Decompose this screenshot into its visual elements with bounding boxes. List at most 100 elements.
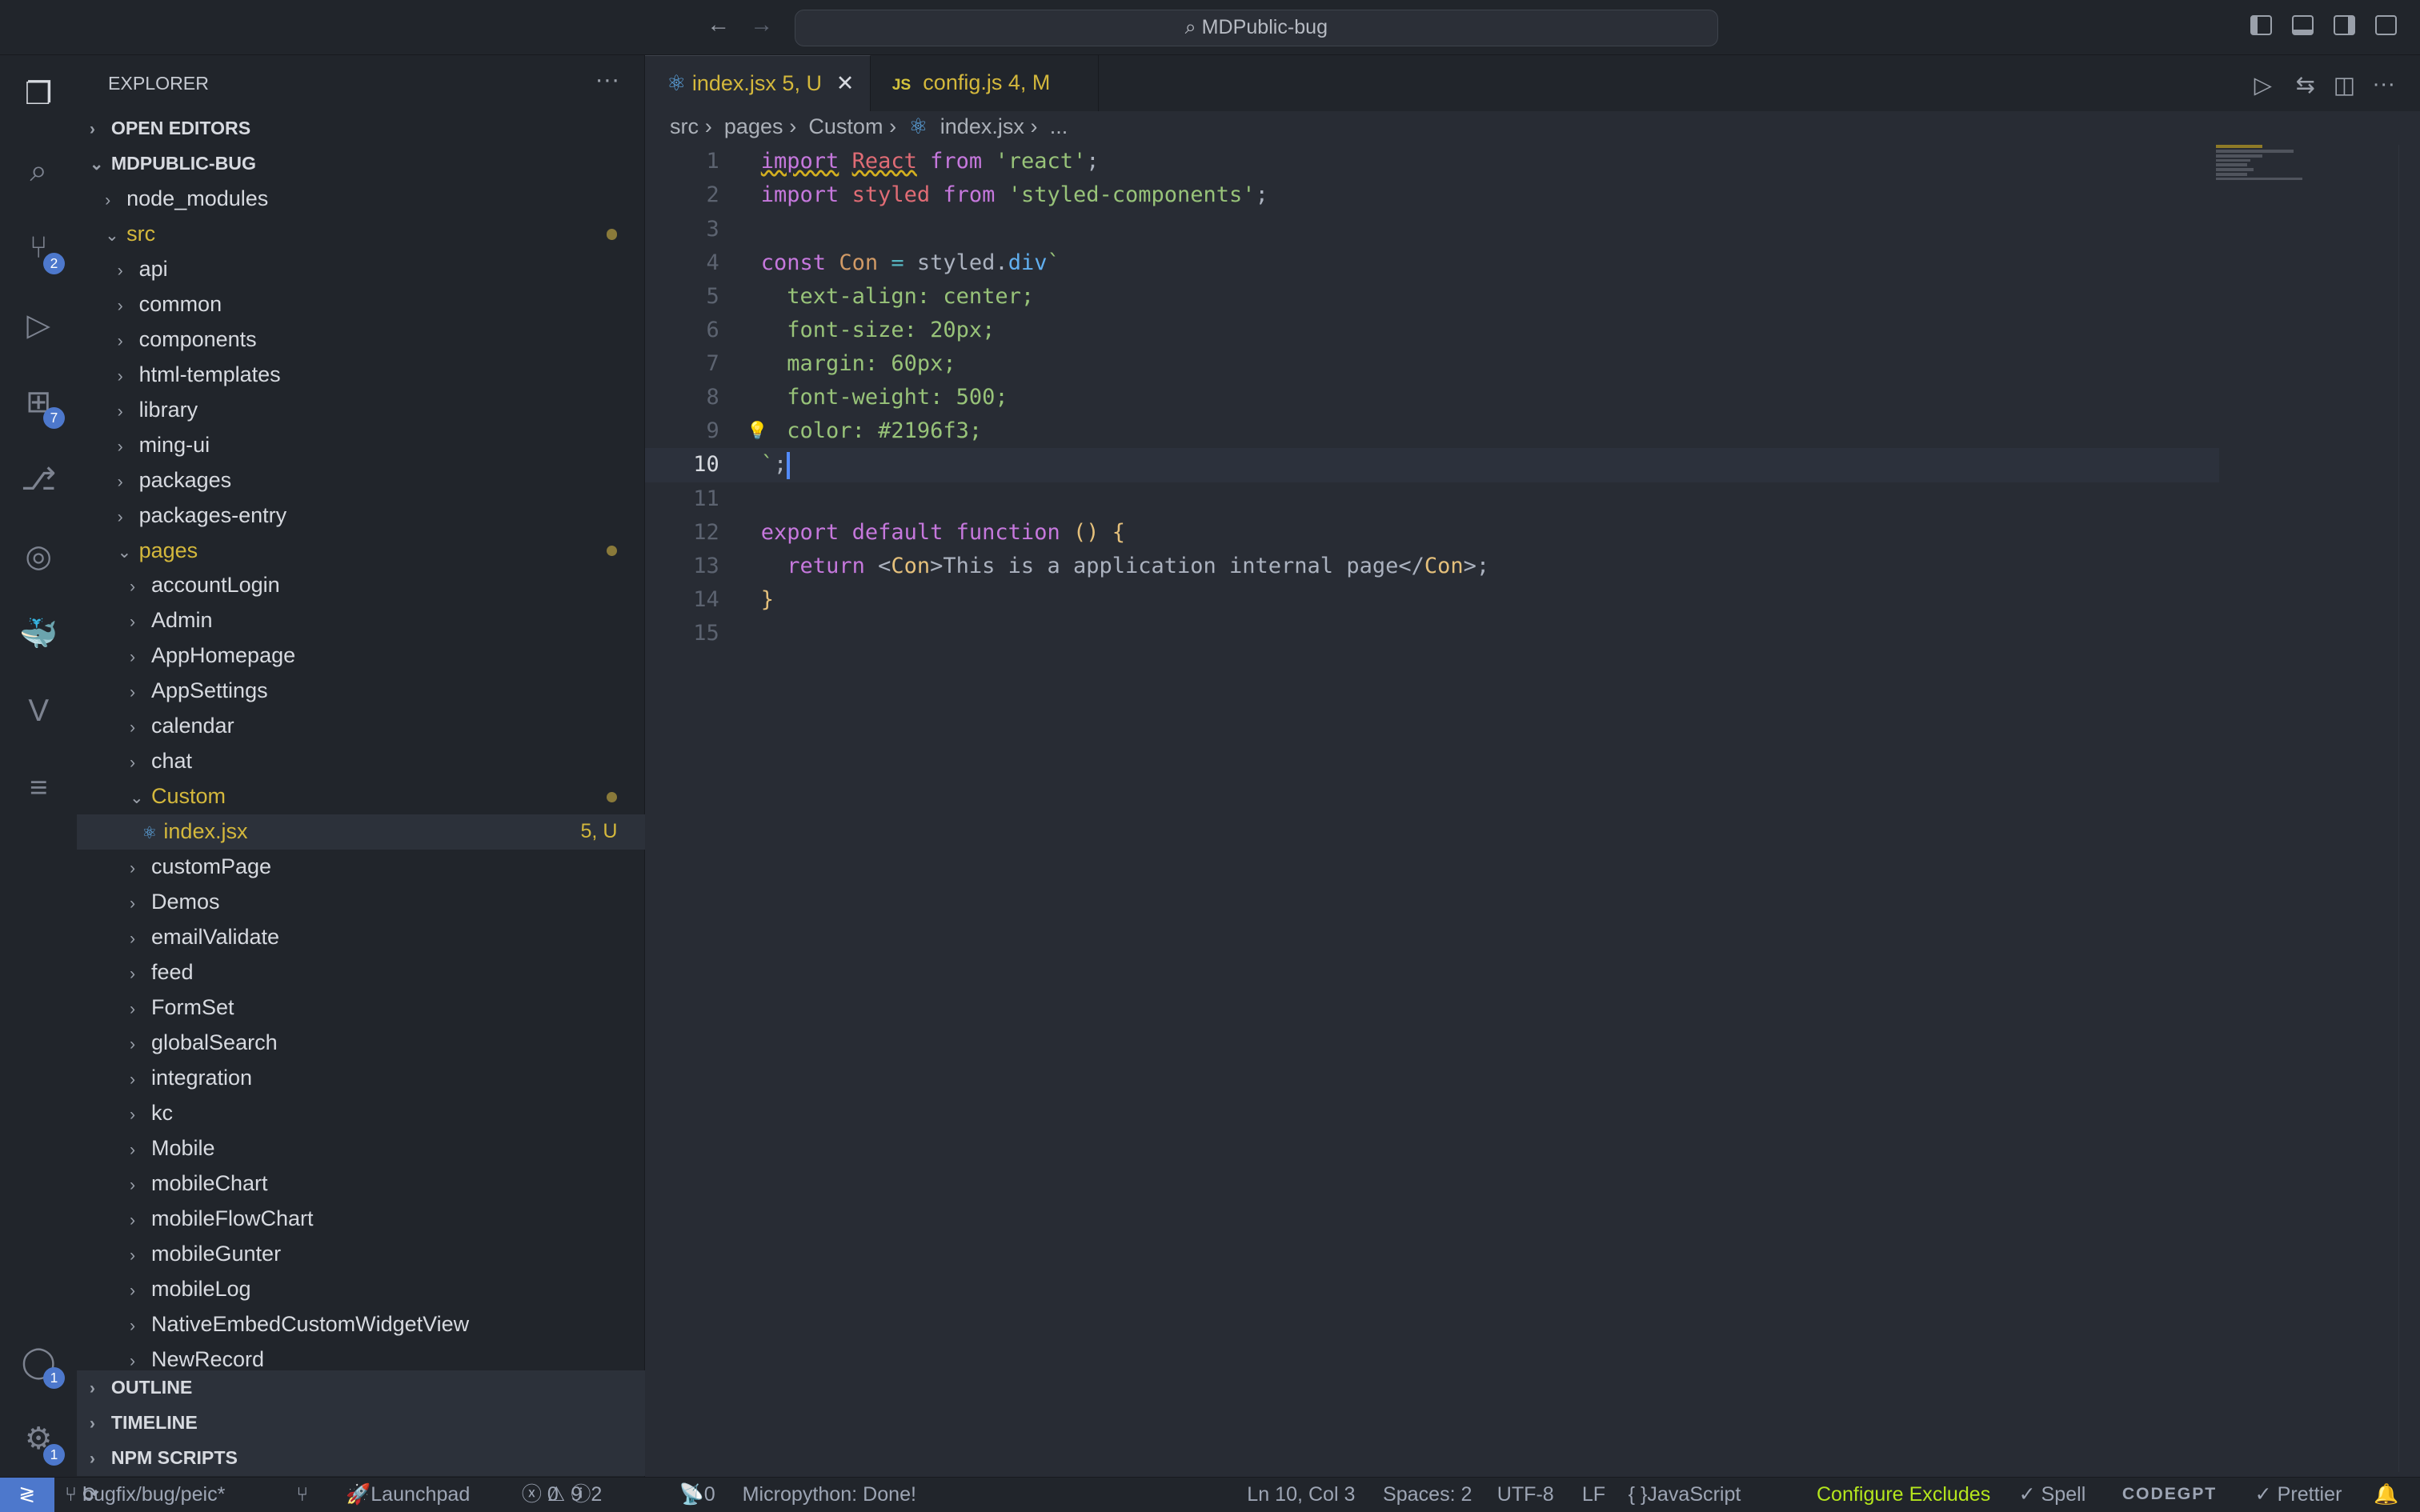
tree-folder[interactable]: › Admin — [77, 603, 645, 638]
tree-folder[interactable]: › mobileFlowChart — [77, 1202, 645, 1237]
tree-folder[interactable]: › integration — [77, 1061, 645, 1096]
breadcrumb-item[interactable]: pages — [724, 114, 783, 138]
tree-folder[interactable]: › packages — [77, 463, 645, 498]
code-line[interactable]: 15 — [645, 617, 2219, 650]
code-line[interactable]: 5 text-align: center; — [645, 280, 2219, 314]
tree-folder[interactable]: › NativeEmbedCustomWidgetView — [77, 1307, 645, 1342]
command-center-search[interactable]: ⌕ MDPublic-bug — [795, 9, 1718, 46]
more-actions-icon[interactable]: ··· — [2372, 71, 2395, 98]
compare-changes-icon[interactable]: ⇆ — [2296, 71, 2315, 99]
codegpt-status[interactable]: CODEGPT — [2122, 1478, 2217, 1511]
section-header[interactable]: › NPM SCRIPTS — [77, 1440, 646, 1476]
section-header[interactable]: › TIMELINE — [77, 1405, 646, 1441]
tree-folder[interactable]: › packages-entry — [77, 498, 645, 534]
micropython-status[interactable]: Micropython: Done! — [743, 1478, 916, 1511]
tab-index-jsx[interactable]: ⚛ index.jsx 5, U ✕ — [645, 55, 871, 111]
minimap[interactable] — [2216, 145, 2401, 206]
search-icon[interactable]: ⌕ — [18, 151, 58, 191]
code-line[interactable]: 1 import React from 'react'; — [645, 145, 2219, 178]
back-arrow-icon[interactable]: ← — [707, 12, 730, 38]
customize-layout-icon[interactable] — [2375, 15, 2398, 36]
remote-indicator-icon[interactable]: ≷ — [0, 1477, 54, 1512]
tree-folder[interactable]: › kc — [77, 1096, 645, 1131]
code-line[interactable]: 8 font-weight: 500; — [645, 381, 2219, 414]
tree-folder[interactable]: › node_modules — [77, 182, 645, 217]
toggle-panel-icon[interactable] — [2291, 15, 2314, 36]
code-line[interactable]: 13 return <Con>This is a application int… — [645, 550, 2219, 583]
git-graph-icon[interactable]: ⑂ — [296, 1478, 308, 1511]
code-line[interactable]: 14} — [645, 583, 2219, 617]
tree-folder[interactable]: › ming-ui — [77, 428, 645, 463]
tree-folder[interactable]: › globalSearch — [77, 1026, 645, 1061]
section-header[interactable]: › OUTLINE — [77, 1370, 646, 1406]
tree-folder[interactable]: › emailValidate — [77, 920, 645, 955]
breadcrumb-item[interactable]: Custom — [808, 114, 883, 138]
tree-folder[interactable]: › components — [77, 322, 645, 358]
vertical-scrollbar[interactable] — [2398, 145, 2420, 1472]
indentation[interactable]: Spaces: 2 — [1383, 1478, 1472, 1511]
code-line[interactable]: 2 import styled from 'styled-components'; — [645, 178, 2219, 212]
code-line[interactable]: 12 export default function () { — [645, 516, 2219, 550]
prettier-status[interactable]: ✓ Prettier — [2255, 1478, 2342, 1511]
language-mode[interactable]: { } JavaScript JSX — [1629, 1478, 1741, 1511]
tree-folder[interactable]: › api — [77, 252, 645, 287]
code-line[interactable]: 11 — [645, 482, 2219, 516]
encoding[interactable]: UTF-8 — [1497, 1478, 1554, 1511]
spell-status[interactable]: ✓ Spell — [2019, 1478, 2086, 1511]
split-editor-icon[interactable]: ◫ — [2334, 71, 2355, 99]
branch-status[interactable]: ⑂ bugfix/bug/peic* ⟳ — [65, 1478, 225, 1511]
tab-config-js[interactable]: JS config.js 4, M — [871, 55, 1100, 111]
tree-folder[interactable]: › chat — [77, 744, 645, 779]
tree-folder[interactable]: › customPage — [77, 850, 645, 885]
extensions-icon[interactable]: ⊞ 7 — [18, 382, 65, 430]
breadcrumb-item[interactable]: ... — [1050, 114, 1068, 138]
tree-folder[interactable]: › calendar — [77, 709, 645, 744]
git-graph-icon[interactable]: ⎇ — [18, 460, 58, 500]
tree-folder[interactable]: › AppHomepage — [77, 638, 645, 674]
manage-icon[interactable]: ⚙ 1 — [18, 1419, 65, 1466]
toggle-secondary-sidebar-icon[interactable] — [2334, 15, 2356, 36]
toggle-primary-sidebar-icon[interactable] — [2250, 15, 2272, 36]
codegpt-icon[interactable]: ≡ — [18, 768, 58, 808]
explorer-icon[interactable]: ❐ — [18, 74, 58, 114]
code-line[interactable]: 10 `; — [645, 448, 2220, 482]
tree-folder[interactable]: ⌄ pages — [77, 534, 645, 569]
run-debug-icon[interactable]: ▷ — [18, 306, 58, 346]
tree-folder[interactable]: › FormSet — [77, 990, 645, 1026]
code-line[interactable]: 4 const Con = styled.div` — [645, 246, 2219, 280]
tree-folder[interactable]: › mobileLog — [77, 1272, 645, 1307]
accounts-icon[interactable]: ◯ 1 — [18, 1342, 65, 1389]
cursor-position[interactable]: Ln 10, Col 3 — [1247, 1478, 1355, 1511]
ports-status[interactable]: 📡 0 — [679, 1478, 715, 1511]
more-actions-icon[interactable]: ··· — [595, 65, 619, 94]
run-icon[interactable]: ▷ — [2254, 71, 2272, 99]
line-ending[interactable]: LF — [1582, 1478, 1605, 1511]
code-line[interactable]: 9 💡 color: #2196f3; — [645, 414, 2219, 448]
tree-folder[interactable]: ⌄ Custom — [77, 779, 645, 814]
code-editor[interactable]: 1 import React from 'react'; 2 import style… — [645, 145, 2220, 650]
launchpad-status[interactable]: 🚀 Launchpad — [346, 1478, 470, 1511]
tree-folder[interactable]: › feed — [77, 955, 645, 990]
tree-file[interactable]: ⚛ index.jsx 5, U — [77, 814, 646, 850]
problems-status[interactable]: ⓧ 0 ⚠ 9 ⓘ 2 — [522, 1478, 603, 1511]
section-header[interactable]: ⌄ MDPUBLIC-BUG — [77, 146, 645, 182]
remote-explorer-icon[interactable]: ◎ — [18, 537, 58, 577]
code-line[interactable]: 6 font-size: 20px; — [645, 314, 2219, 347]
configure-excludes[interactable]: Configure Excludes — [1817, 1478, 1990, 1511]
code-line[interactable]: 7 margin: 60px; — [645, 347, 2219, 381]
notifications-bell-icon[interactable]: 🔔 — [2374, 1478, 2398, 1511]
tree-folder[interactable]: › Demos — [77, 885, 645, 920]
docker-icon[interactable]: 🐳 — [18, 614, 58, 654]
tree-folder[interactable]: › accountLogin — [77, 568, 645, 603]
section-header[interactable]: › OPEN EDITORS — [77, 111, 645, 146]
code-line[interactable]: 3 — [645, 213, 2219, 246]
breadcrumb-item[interactable]: src — [670, 114, 699, 138]
tree-folder[interactable]: › AppSettings — [77, 674, 645, 709]
breadcrumb-item[interactable]: index.jsx — [940, 114, 1024, 138]
tree-folder[interactable]: › library — [77, 393, 645, 428]
tree-folder[interactable]: › mobileChart — [77, 1166, 645, 1202]
tree-folder[interactable]: › mobileGunter — [77, 1237, 645, 1272]
vite-icon[interactable]: V — [18, 691, 58, 731]
tree-folder[interactable]: › Mobile — [77, 1131, 645, 1166]
source-control-icon[interactable]: ⑂ 2 — [18, 228, 65, 275]
